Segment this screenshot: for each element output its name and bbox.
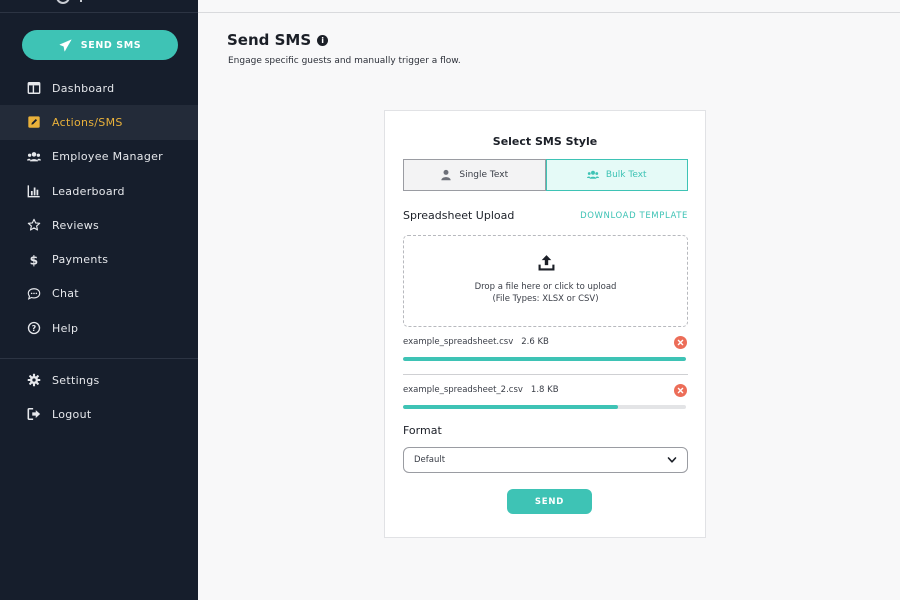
gear-icon [26,373,41,388]
chevron-down-icon [667,457,677,463]
sidebar-item-label: Chat [52,287,79,301]
file-name: example_spreadsheet_2.csv [403,385,523,395]
sidebar-item-help[interactable]: ? Help [0,311,198,345]
svg-text:?: ? [31,324,36,333]
upload-icon [538,255,555,271]
sidebar: SEND SMS Dashboard Actions/SMS Employee … [0,0,198,600]
send-sms-button-label: SEND SMS [80,39,142,51]
format-select-value: Default [414,455,446,465]
sidebar-item-settings[interactable]: Settings [0,363,198,397]
sidebar-item-label: Leaderboard [52,184,125,198]
remove-file-button[interactable] [674,384,687,397]
page-title: Send SMS i [227,31,329,49]
uploaded-file-row: example_spreadsheet.csv 2.6 KB [403,336,688,361]
file-dropzone[interactable]: Drop a file here or click to upload (Fil… [403,235,688,327]
header-divider [198,12,900,13]
card-title: Select SMS Style [492,135,598,148]
file-size: 2.6 KB [521,337,549,347]
send-button[interactable]: SEND [507,489,592,514]
bulk-text-label: Bulk Text [605,170,647,180]
sms-card: Select SMS Style Single Text Bulk Text S… [384,110,706,538]
star-icon [26,218,41,233]
dropzone-instructions: Drop a file here or click to upload [474,282,617,292]
upload-title: Spreadsheet Upload [403,209,515,222]
sidebar-item-reviews[interactable]: Reviews [0,208,198,242]
user-icon [441,169,452,181]
upload-progress-bar [403,405,686,409]
single-text-label: Single Text [459,170,509,180]
file-divider [403,374,688,375]
upload-progress-fill [403,357,686,361]
svg-text:$: $ [29,253,38,267]
sidebar-item-label: Settings [52,373,100,387]
dashboard-icon [26,81,41,96]
sms-style-toggle: Single Text Bulk Text [403,159,688,191]
file-meta: example_spreadsheet.csv 2.6 KB [403,337,688,347]
dropzone-file-types: (File Types: XLSX or CSV) [492,294,599,304]
paper-plane-icon [59,39,72,51]
dollar-icon: $ [26,252,41,267]
page-subtitle: Engage specific guests and manually trig… [228,56,461,66]
sidebar-item-employee-manager[interactable]: Employee Manager [0,140,198,174]
remove-file-button[interactable] [674,336,687,349]
help-icon: ? [26,321,41,336]
uploaded-file-row: example_spreadsheet_2.csv 1.8 KB [403,384,688,409]
format-label: Format [403,424,442,437]
sidebar-item-actions-sms[interactable]: Actions/SMS [0,105,198,140]
sidebar-nav-bottom: Settings Logout [0,363,198,432]
sidebar-item-payments[interactable]: $ Payments [0,242,198,276]
sidebar-item-label: Help [52,321,79,335]
sidebar-item-label: Actions/SMS [52,115,123,129]
bar-chart-icon [26,184,41,199]
sidebar-item-chat[interactable]: Chat [0,277,198,311]
close-icon [677,339,684,346]
file-name: example_spreadsheet.csv [403,337,514,347]
single-text-option[interactable]: Single Text [403,159,546,191]
format-select[interactable]: Default [403,447,688,473]
upload-progress-bar [403,357,686,361]
sidebar-item-label: Logout [52,407,92,421]
chat-icon [26,286,41,301]
sidebar-item-logout[interactable]: Logout [0,397,198,431]
logout-icon [26,407,41,422]
edit-icon [26,115,41,130]
sidebar-divider [0,358,198,359]
users-icon [26,149,41,164]
send-sms-button[interactable]: SEND SMS [22,30,178,60]
sidebar-divider-top [0,12,198,13]
upload-header: Spreadsheet Upload DOWNLOAD TEMPLATE [403,209,688,222]
file-meta: example_spreadsheet_2.csv 1.8 KB [403,385,688,395]
page-title-text: Send SMS [227,31,312,49]
file-size: 1.8 KB [530,385,559,395]
sidebar-item-label: Reviews [52,218,100,232]
close-icon [677,387,684,394]
sidebar-item-leaderboard[interactable]: Leaderboard [0,174,198,208]
sidebar-item-dashboard[interactable]: Dashboard [0,71,198,105]
info-icon[interactable]: i [317,34,329,46]
upload-progress-fill [403,405,619,409]
sidebar-item-label: Payments [52,253,109,267]
download-template-link[interactable]: DOWNLOAD TEMPLATE [580,211,688,221]
users-icon [586,170,599,179]
sidebar-item-label: Employee Manager [52,150,163,164]
sidebar-item-label: Dashboard [52,81,115,95]
logo-divider [80,0,82,2]
dropzone-text: Drop a file here or click to upload (Fil… [404,281,687,305]
sidebar-nav: Dashboard Actions/SMS Employee Manager L… [0,71,198,345]
bulk-text-option[interactable]: Bulk Text [545,159,688,191]
logo[interactable] [56,0,70,4]
